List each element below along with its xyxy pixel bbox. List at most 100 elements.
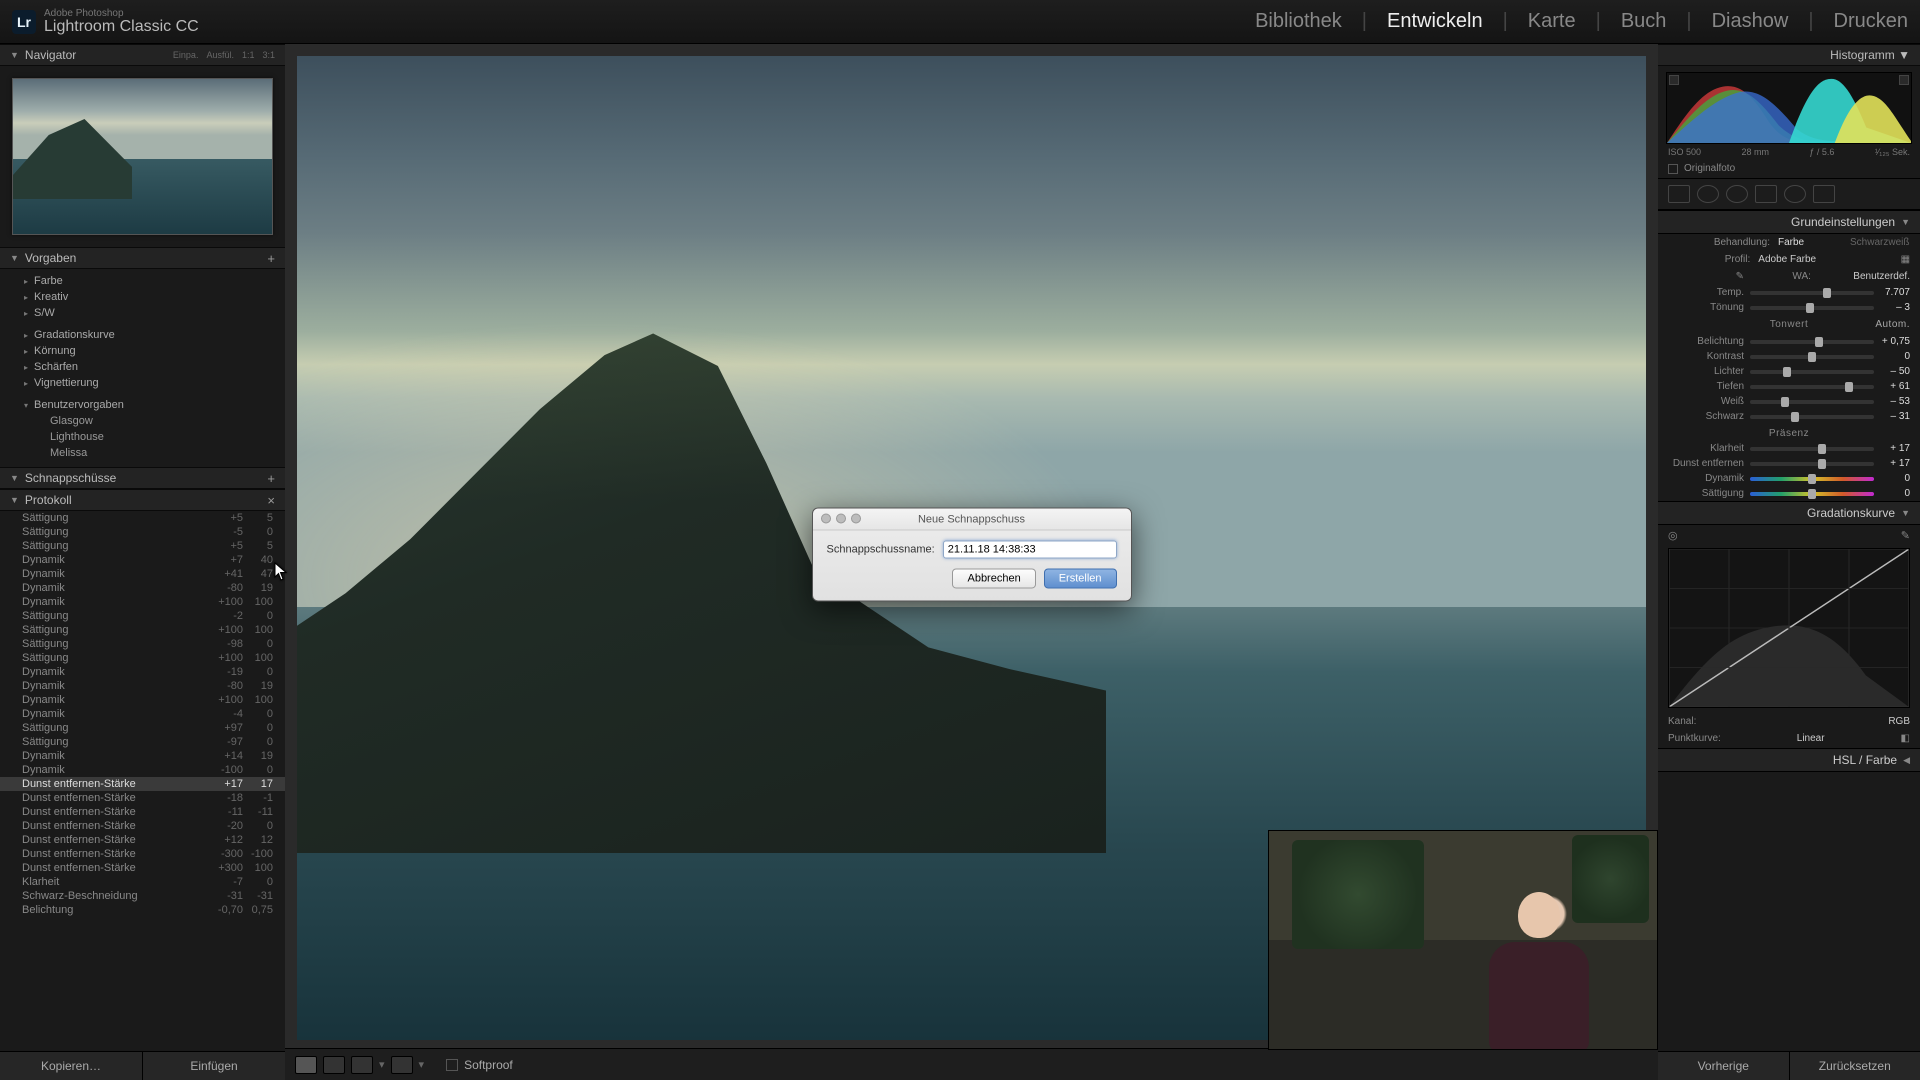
snapshots-head[interactable]: ▼ Schnappschüsse + [0, 467, 285, 489]
preset-körnung[interactable]: ▸Körnung [0, 343, 285, 359]
slider-value[interactable]: + 0,75 [1874, 336, 1910, 347]
channel-value[interactable]: RGB [1888, 716, 1910, 727]
previous-button[interactable]: Vorherige [1658, 1052, 1790, 1080]
history-row[interactable]: Sättigung+55 [0, 539, 285, 553]
history-row[interactable]: Dunst entfernen-Stärke-11-11 [0, 805, 285, 819]
curve-edit-icon[interactable]: ✎ [1901, 529, 1910, 542]
preset-vignettierung[interactable]: ▸Vignettierung [0, 375, 285, 391]
module-tab-bibliothek[interactable]: Bibliothek [1255, 10, 1342, 33]
slider-track[interactable] [1750, 355, 1874, 359]
slider-klarheit[interactable]: Klarheit+ 17 [1658, 441, 1920, 456]
history-row[interactable]: Dynamik-8019 [0, 679, 285, 693]
slider-thumb[interactable] [1808, 489, 1816, 499]
curve-toggle-icon[interactable]: ◧ [1901, 733, 1910, 744]
history-row[interactable]: Dynamik-190 [0, 665, 285, 679]
slider-thumb[interactable] [1823, 288, 1831, 298]
original-photo-checkbox[interactable] [1668, 164, 1678, 174]
history-row[interactable]: Sättigung+970 [0, 721, 285, 735]
slider-dunst entfernen[interactable]: Dunst entfernen+ 17 [1658, 456, 1920, 471]
slider-value[interactable]: + 61 [1874, 381, 1910, 392]
history-row[interactable]: Dynamik+100100 [0, 693, 285, 707]
slider-schwarz[interactable]: Schwarz– 31 [1658, 409, 1920, 424]
basic-panel-head[interactable]: Grundeinstellungen▼ [1658, 210, 1920, 234]
preset-melissa[interactable]: Melissa [0, 445, 285, 461]
slider-track[interactable] [1750, 477, 1874, 481]
reset-button[interactable]: Zurücksetzen [1790, 1052, 1920, 1080]
slider-value[interactable]: – 53 [1874, 396, 1910, 407]
preset-glasgow[interactable]: Glasgow [0, 413, 285, 429]
history-row[interactable]: Dynamik+1419 [0, 749, 285, 763]
slider-belichtung[interactable]: Belichtung+ 0,75 [1658, 334, 1920, 349]
clear-history-icon[interactable]: × [267, 493, 275, 508]
slider-value[interactable]: 7.707 [1874, 287, 1910, 298]
wb-value[interactable]: Benutzerdef. [1853, 271, 1910, 282]
slider-tönung[interactable]: Tönung– 3 [1658, 300, 1920, 315]
slider-thumb[interactable] [1791, 412, 1799, 422]
history-row[interactable]: Sättigung-980 [0, 637, 285, 651]
slider-kontrast[interactable]: Kontrast0 [1658, 349, 1920, 364]
history-row[interactable]: Dunst entfernen-Stärke-200 [0, 819, 285, 833]
zoom-3:1[interactable]: 3:1 [262, 50, 275, 60]
history-row[interactable]: Dynamik+100100 [0, 595, 285, 609]
redeye-tool-icon[interactable] [1726, 185, 1748, 203]
slider-dynamik[interactable]: Dynamik0 [1658, 471, 1920, 486]
copy-button[interactable]: Kopieren… [0, 1052, 143, 1080]
history-row[interactable]: Dunst entfernen-Stärke+1717 [0, 777, 285, 791]
pointcurve-value[interactable]: Linear [1797, 733, 1825, 744]
view-grid-icon[interactable] [391, 1056, 413, 1074]
preset-schärfen[interactable]: ▸Schärfen [0, 359, 285, 375]
history-row[interactable]: Dynamik+740 [0, 553, 285, 567]
slider-track[interactable] [1750, 291, 1874, 295]
history-row[interactable]: Dynamik-8019 [0, 581, 285, 595]
preset-gradationskurve[interactable]: ▸Gradationskurve [0, 327, 285, 343]
curve-panel-head[interactable]: Gradationskurve▼ [1658, 501, 1920, 525]
radial-tool-icon[interactable] [1784, 185, 1806, 203]
profile-grid-icon[interactable]: ▦ [1901, 254, 1910, 265]
presets-head[interactable]: ▼ Vorgaben + [0, 247, 285, 269]
profile-value[interactable]: Adobe Farbe [1758, 254, 1818, 265]
slider-track[interactable] [1750, 385, 1874, 389]
wb-eyedropper-icon[interactable]: ✎ [1668, 271, 1750, 282]
cancel-button[interactable]: Abbrechen [952, 568, 1035, 588]
history-row[interactable]: Sättigung-50 [0, 525, 285, 539]
history-row[interactable]: Sättigung-20 [0, 609, 285, 623]
history-row[interactable]: Sättigung+55 [0, 511, 285, 525]
slider-value[interactable]: 0 [1874, 488, 1910, 499]
history-row[interactable]: Dynamik-1000 [0, 763, 285, 777]
spot-tool-icon[interactable] [1697, 185, 1719, 203]
slider-thumb[interactable] [1806, 303, 1814, 313]
history-row[interactable]: Sättigung+100100 [0, 623, 285, 637]
create-button[interactable]: Erstellen [1044, 568, 1117, 588]
close-icon[interactable] [821, 513, 831, 523]
add-preset-icon[interactable]: + [267, 251, 275, 266]
module-tab-buch[interactable]: Buch [1621, 10, 1667, 33]
slider-value[interactable]: – 31 [1874, 411, 1910, 422]
slider-thumb[interactable] [1818, 459, 1826, 469]
slider-thumb[interactable] [1783, 367, 1791, 377]
paste-button[interactable]: Einfügen [143, 1052, 285, 1080]
slider-temp.[interactable]: Temp.7.707 [1658, 285, 1920, 300]
module-tab-diashow[interactable]: Diashow [1712, 10, 1789, 33]
slider-thumb[interactable] [1815, 337, 1823, 347]
slider-sättigung[interactable]: Sättigung0 [1658, 486, 1920, 501]
view-beforeafter-tb-icon[interactable] [351, 1056, 373, 1074]
slider-thumb[interactable] [1818, 444, 1826, 454]
zoom-1:1[interactable]: 1:1 [242, 50, 255, 60]
hsl-panel-head[interactable]: HSL / Farbe◀ [1658, 748, 1920, 772]
crop-tool-icon[interactable] [1668, 185, 1690, 203]
graduated-tool-icon[interactable] [1755, 185, 1777, 203]
tone-curve[interactable] [1668, 548, 1910, 708]
tone-auto-button[interactable]: Autom. [1808, 319, 1910, 330]
slider-weiß[interactable]: Weiß– 53 [1658, 394, 1920, 409]
slider-track[interactable] [1750, 462, 1874, 466]
slider-track[interactable] [1750, 447, 1874, 451]
slider-lichter[interactable]: Lichter– 50 [1658, 364, 1920, 379]
history-row[interactable]: Dynamik+4147 [0, 567, 285, 581]
history-row[interactable]: Dunst entfernen-Stärke+300100 [0, 861, 285, 875]
navigator-thumb[interactable] [0, 66, 285, 247]
brush-tool-icon[interactable] [1813, 185, 1835, 203]
history-row[interactable]: Dynamik-40 [0, 707, 285, 721]
preset-farbe[interactable]: ▸Farbe [0, 273, 285, 289]
target-adjust-icon[interactable]: ◎ [1668, 529, 1678, 542]
zoom-Einpa.[interactable]: Einpa. [173, 50, 199, 60]
